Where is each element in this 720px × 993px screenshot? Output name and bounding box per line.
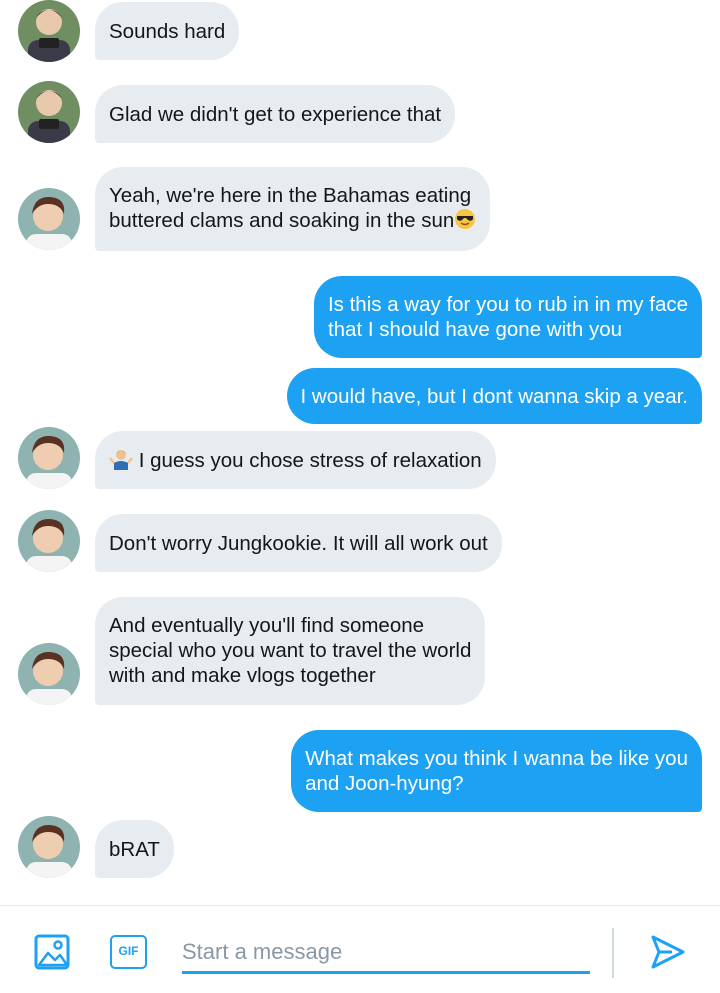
message-bubble[interactable]: I guess you chose stress of relaxation [95, 431, 496, 489]
image-icon[interactable] [34, 934, 70, 970]
sunglasses-emoji-icon [454, 208, 476, 236]
message-bubble[interactable]: And eventually you'll find someone speci… [95, 597, 486, 705]
avatar-jin[interactable] [18, 510, 80, 572]
gif-icon[interactable]: GIF [110, 935, 147, 969]
avatar-namjoon[interactable] [18, 0, 80, 62]
composer-divider [612, 928, 614, 978]
message-bubble[interactable]: bRAT [95, 820, 174, 878]
message-input[interactable] [182, 932, 590, 974]
message-text: I guess you chose stress of relaxation [138, 449, 482, 472]
message-composer: GIF [0, 905, 720, 993]
avatar-jin[interactable] [18, 427, 80, 489]
avatar-namjoon[interactable] [18, 81, 80, 143]
message-bubble[interactable]: Don't worry Jungkookie. It will all work… [95, 514, 502, 572]
avatar-jin[interactable] [18, 816, 80, 878]
message-bubble[interactable]: Sounds hard [95, 2, 240, 60]
message-bubble-outgoing[interactable]: Is this a way for you to rub in in my fa… [313, 276, 702, 358]
message-bubble[interactable]: Yeah, we're here in the Bahamas eating b… [95, 167, 491, 251]
shrug-emoji-icon [109, 448, 133, 476]
message-bubble[interactable]: Glad we didn't get to experience that [95, 85, 456, 143]
message-bubble-outgoing[interactable]: What makes you think I wanna be like you… [291, 730, 702, 812]
avatar-jin[interactable] [18, 188, 80, 250]
message-bubble-outgoing[interactable]: I would have, but I dont wanna skip a ye… [286, 368, 702, 424]
message-text: Yeah, we're here in the Bahamas eating b… [109, 184, 472, 232]
send-icon[interactable] [650, 934, 686, 970]
avatar-jin[interactable] [18, 643, 80, 705]
